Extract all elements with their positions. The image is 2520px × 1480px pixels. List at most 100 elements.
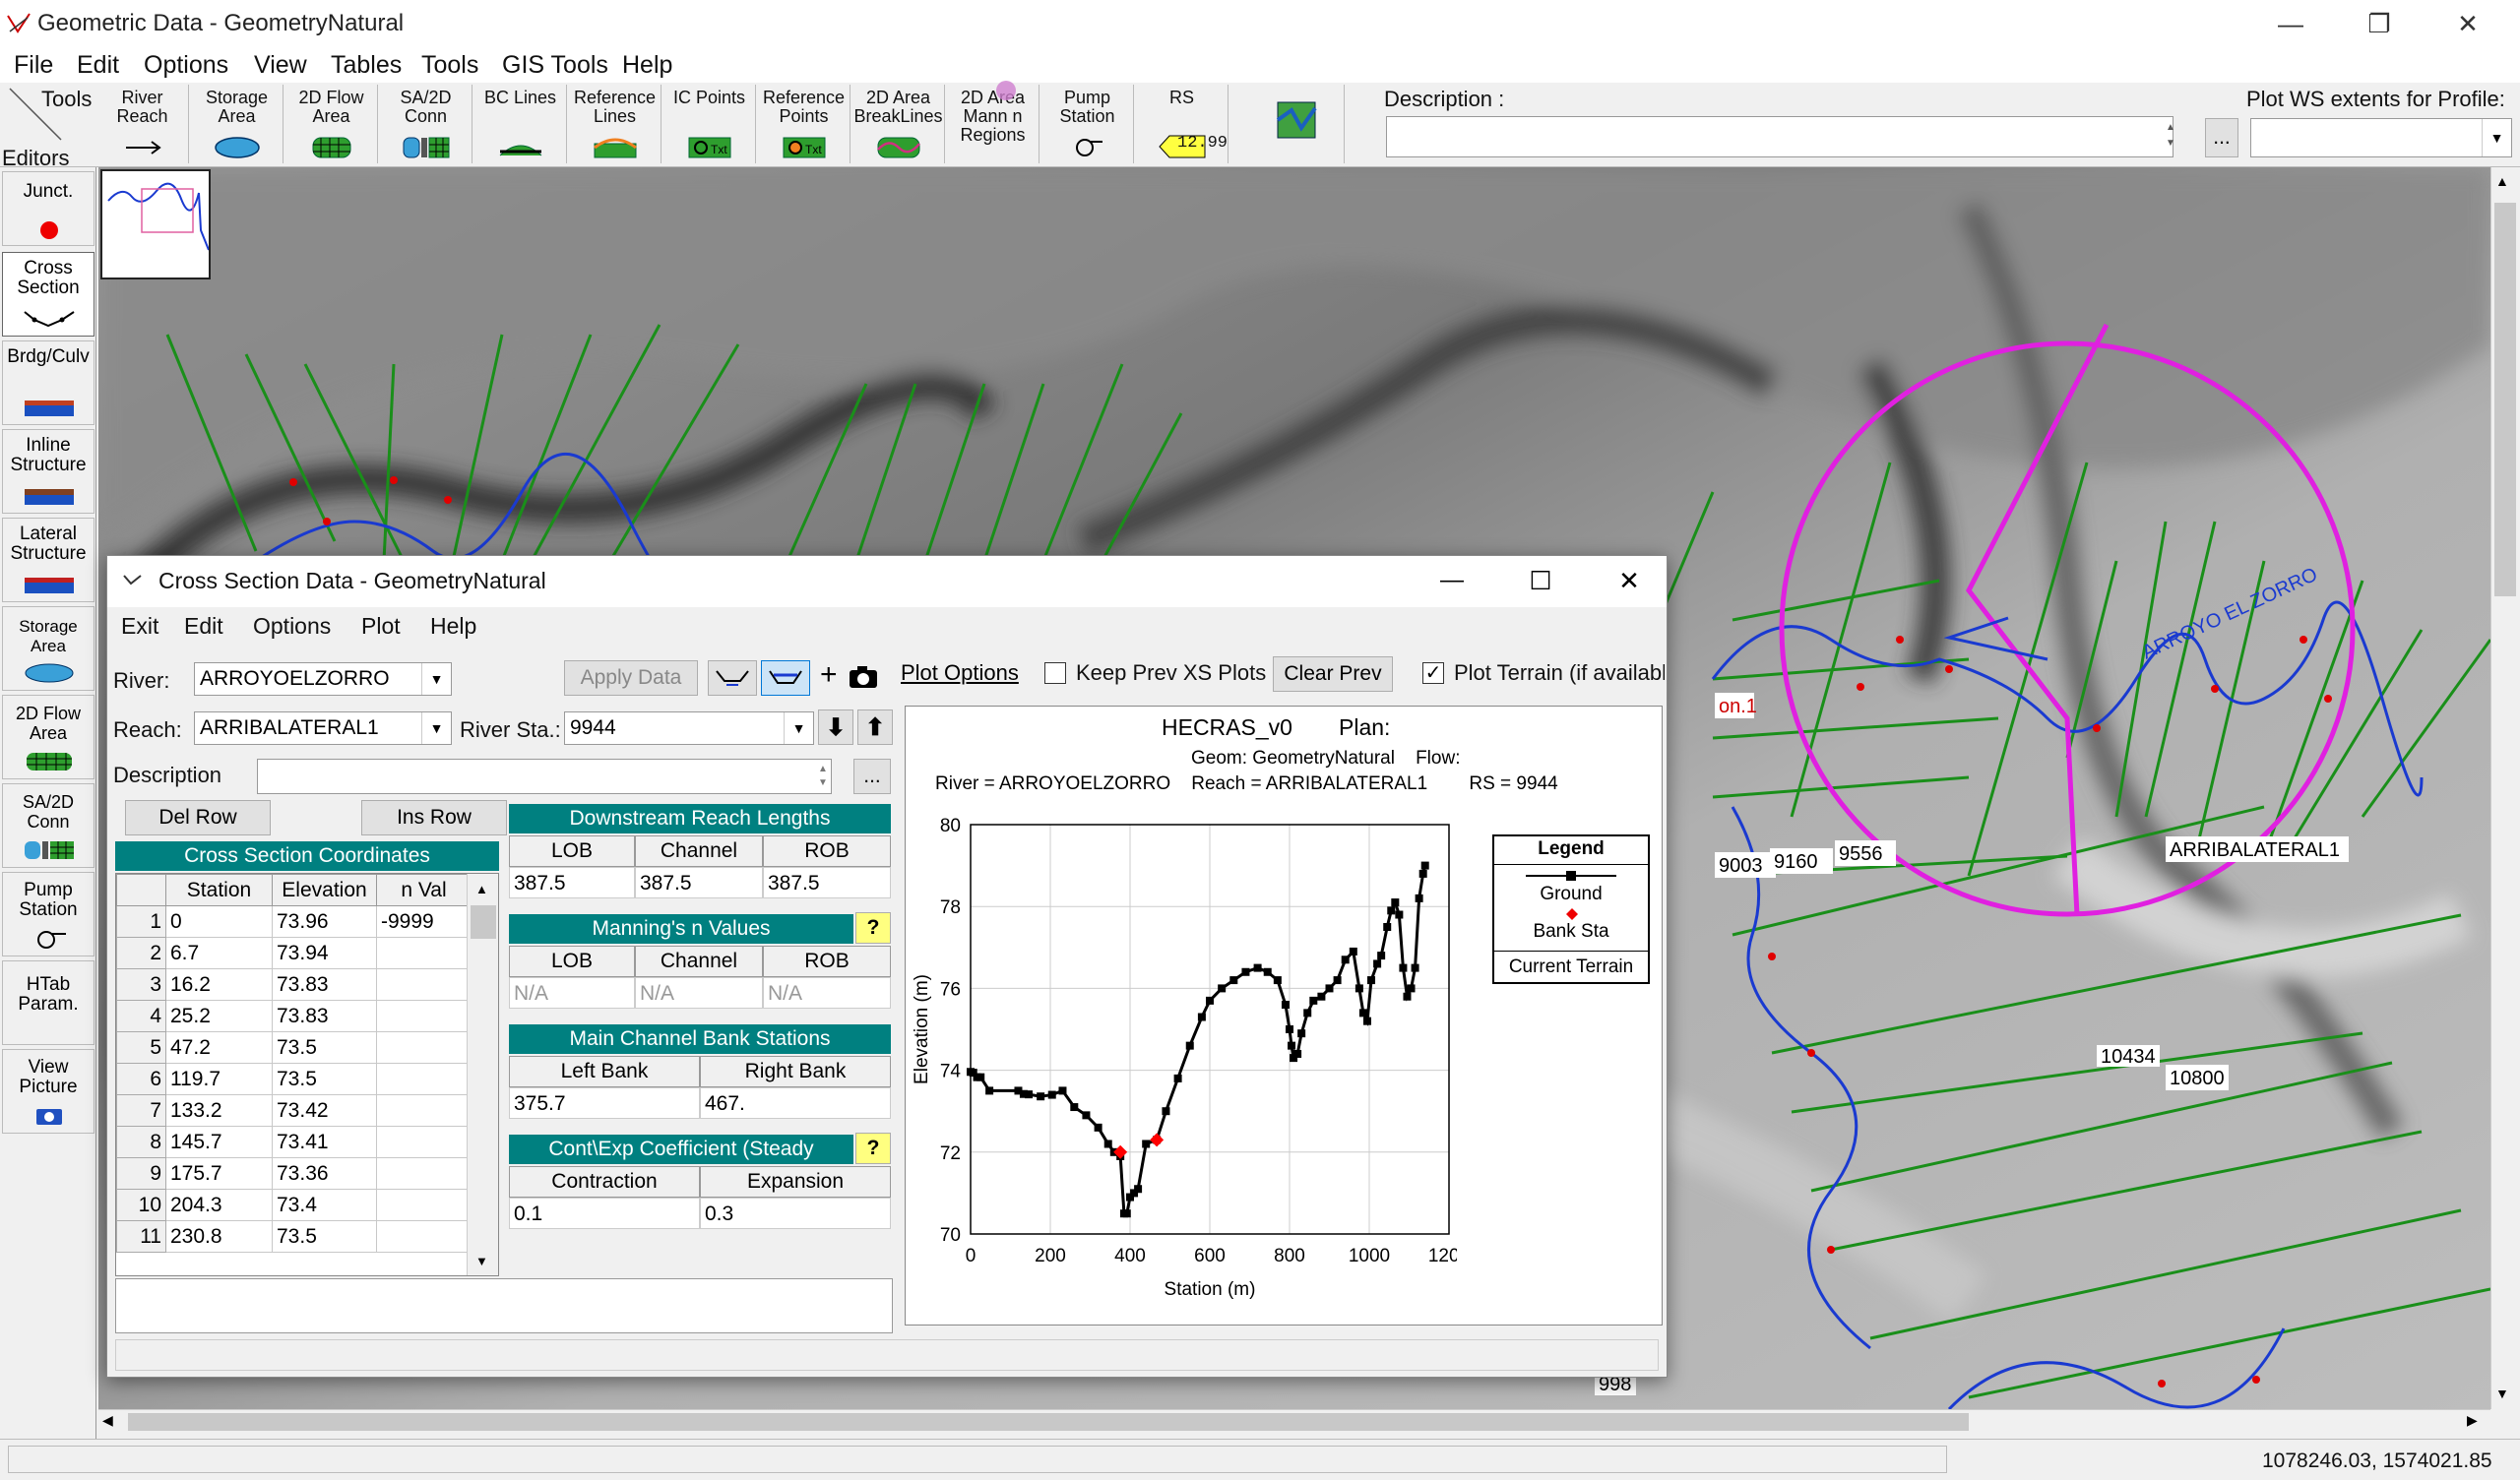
cell-elev[interactable]: 73.36: [272, 1157, 377, 1190]
dialog-maximize-button[interactable]: ☐: [1511, 560, 1570, 601]
cell-nval[interactable]: [376, 1126, 472, 1158]
description-input[interactable]: [1386, 116, 2174, 157]
dialog-menu-exit[interactable]: Exit: [121, 613, 158, 640]
xs-water-button[interactable]: [761, 660, 810, 696]
cell-station[interactable]: 25.2: [165, 1000, 273, 1032]
storage-area-button[interactable]: Storage Area: [191, 85, 284, 163]
plot-options-link[interactable]: Plot Options: [901, 660, 1019, 686]
mann-regions-button[interactable]: 2D Area Mann n Regions: [947, 81, 1040, 163]
expansion-input[interactable]: 0.3: [700, 1198, 891, 1229]
editor-storage-area[interactable]: Storage Area: [2, 606, 94, 691]
table-row[interactable]: 7 133.2 73.42: [116, 1094, 472, 1127]
cell-station[interactable]: 145.7: [165, 1126, 273, 1158]
cell-nval[interactable]: -9999: [376, 905, 472, 938]
cell-elev[interactable]: 73.83: [272, 1000, 377, 1032]
cell-elev[interactable]: 73.83: [272, 968, 377, 1001]
cell-elev[interactable]: 73.4: [272, 1189, 377, 1221]
cell-station[interactable]: 175.7: [165, 1157, 273, 1190]
table-row[interactable]: 11 230.8 73.5: [116, 1220, 472, 1253]
ds-lob-input[interactable]: 387.5: [509, 867, 635, 898]
description-ellipsis-button[interactable]: ...: [2205, 118, 2238, 157]
editor-view-picture[interactable]: View Picture: [2, 1049, 94, 1134]
left-bank-input[interactable]: 375.7: [509, 1087, 700, 1119]
dialog-menu-options[interactable]: Options: [253, 613, 331, 640]
editor-lateral-structure[interactable]: Lateral Structure: [2, 518, 94, 602]
river-select[interactable]: ARROYOELZORRO ▼: [194, 662, 452, 696]
cell-nval[interactable]: [376, 1094, 472, 1127]
cell-station[interactable]: 6.7: [165, 937, 273, 969]
rs-button[interactable]: RS 12.99: [1136, 85, 1228, 163]
table-row[interactable]: 3 16.2 73.83: [116, 968, 472, 1001]
grid-scroll-down-icon[interactable]: ▼: [475, 1254, 488, 1268]
overview-minimap[interactable]: [100, 169, 211, 279]
menu-view[interactable]: View: [254, 51, 307, 80]
sa2d-conn-button[interactable]: SA/2D Conn: [380, 85, 472, 163]
xs-coords-grid[interactable]: Station Elevation n Val 1 0 73.96 -9999 2 6.7 73…: [115, 873, 499, 1276]
menu-file[interactable]: File: [14, 51, 53, 80]
keep-prev-checkbox[interactable]: [1044, 662, 1066, 684]
scroll-right-arrow-icon[interactable]: ▶: [2467, 1412, 2478, 1429]
grid-scroll-thumb[interactable]: [471, 905, 496, 939]
plot-ws-profile-select[interactable]: ▼: [2250, 118, 2512, 157]
cell-station[interactable]: 133.2: [165, 1094, 273, 1127]
description-spin-icon[interactable]: ▲ ▼: [2166, 120, 2175, 154]
menu-tools[interactable]: Tools: [421, 51, 478, 80]
table-row[interactable]: 9 175.7 73.36: [116, 1157, 472, 1190]
cell-elev[interactable]: 73.42: [272, 1094, 377, 1127]
cell-nval[interactable]: [376, 1157, 472, 1190]
table-row[interactable]: 10 204.3 73.4: [116, 1189, 472, 1221]
cell-elev[interactable]: 73.5: [272, 1220, 377, 1253]
xs-description-ellipsis-button[interactable]: ...: [853, 759, 891, 794]
cell-nval[interactable]: [376, 1189, 472, 1221]
ins-row-button[interactable]: Ins Row: [361, 800, 507, 835]
next-station-down-button[interactable]: ⬇: [818, 709, 853, 745]
reach-select[interactable]: ARRIBALATERAL1 ▼: [194, 711, 452, 745]
apply-data-button[interactable]: Apply Data: [564, 660, 698, 696]
camera-snapshot-icon[interactable]: [848, 664, 879, 690]
ic-points-button[interactable]: IC Points Txt: [663, 85, 756, 163]
dialog-minimize-button[interactable]: —: [1422, 560, 1481, 601]
right-bank-input[interactable]: 467.: [700, 1087, 891, 1119]
xs-grid-scrollbar[interactable]: ▲ ▼: [467, 874, 498, 1275]
dialog-menu-plot[interactable]: Plot: [361, 613, 401, 640]
grid-scroll-up-icon[interactable]: ▲: [475, 882, 488, 896]
cell-elev[interactable]: 73.41: [272, 1126, 377, 1158]
minimize-button[interactable]: —: [2246, 0, 2335, 47]
cell-nval[interactable]: [376, 1220, 472, 1253]
cell-station[interactable]: 47.2: [165, 1031, 273, 1064]
map-layers-button[interactable]: [1250, 85, 1345, 163]
scroll-left-arrow-icon[interactable]: ◀: [102, 1412, 113, 1429]
editor-2d-flow-area[interactable]: 2D Flow Area: [2, 695, 94, 779]
editor-htab-param[interactable]: HTab Param.: [2, 960, 94, 1045]
2d-flow-area-button[interactable]: 2D Flow Area: [285, 85, 378, 163]
menu-tables[interactable]: Tables: [331, 51, 402, 80]
scroll-up-arrow-icon[interactable]: ▲: [2495, 173, 2509, 189]
cell-nval[interactable]: [376, 937, 472, 969]
table-row[interactable]: 4 25.2 73.83: [116, 1000, 472, 1032]
editor-sa2d-conn[interactable]: SA/2D Conn: [2, 783, 94, 868]
xs-chart[interactable]: 0 200 400 600 800 1000 1200 70 72 74 76 78 80 Station…: [906, 805, 1457, 1326]
pump-station-button[interactable]: Pump Station: [1041, 85, 1134, 163]
cell-station[interactable]: 0: [165, 905, 273, 938]
menu-edit[interactable]: Edit: [77, 51, 119, 80]
cell-station[interactable]: 16.2: [165, 968, 273, 1001]
scroll-down-arrow-icon[interactable]: ▼: [2495, 1386, 2509, 1401]
xs-coords-table[interactable]: Station Elevation n Val 1 0 73.96 -9999 2 6.7 73…: [116, 874, 472, 1253]
ds-rob-input[interactable]: 387.5: [763, 867, 891, 898]
close-button[interactable]: ✕: [2424, 0, 2512, 47]
menu-help[interactable]: Help: [622, 51, 672, 80]
cell-elev[interactable]: 73.5: [272, 1031, 377, 1064]
cell-elev[interactable]: 73.5: [272, 1063, 377, 1095]
cell-station[interactable]: 204.3: [165, 1189, 273, 1221]
coefficients-help-icon[interactable]: ?: [855, 1133, 891, 1164]
table-row[interactable]: 8 145.7 73.41: [116, 1126, 472, 1158]
editor-junction[interactable]: Junct.: [2, 171, 94, 246]
plot-terrain-checkbox[interactable]: ✓: [1422, 662, 1444, 684]
del-row-button[interactable]: Del Row: [125, 800, 271, 835]
xs-interpolate-button[interactable]: [708, 660, 757, 696]
xs-plot-panel[interactable]: HECRAS_v0 Plan: Geom: GeometryNatural Fl…: [905, 706, 1663, 1326]
bc-lines-button[interactable]: BC Lines: [474, 85, 567, 163]
editor-cross-section[interactable]: Cross Section: [2, 252, 94, 337]
mn-lob-input[interactable]: N/A: [509, 977, 635, 1009]
clear-prev-button[interactable]: Clear Prev: [1273, 656, 1393, 692]
